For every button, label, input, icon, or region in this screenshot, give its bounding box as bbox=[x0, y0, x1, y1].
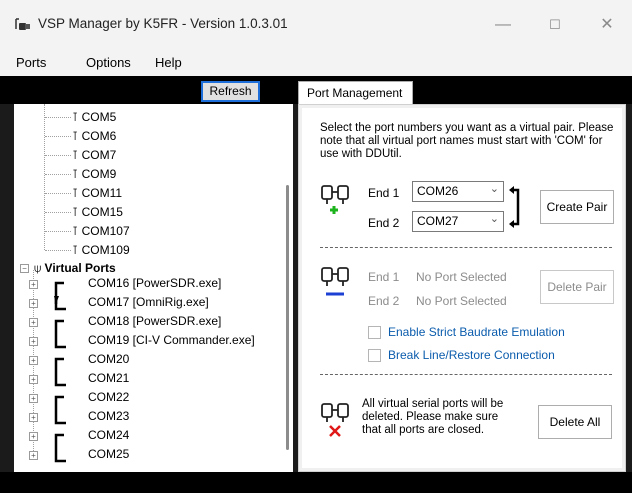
end1-label: End 1 bbox=[368, 186, 400, 200]
minimize-icon[interactable]: — bbox=[488, 14, 518, 36]
tree-item[interactable]: ⊺ COM6 bbox=[72, 129, 116, 143]
port-icon: ⊺ bbox=[72, 129, 79, 143]
menu-ports[interactable]: Ports bbox=[16, 55, 46, 70]
tree-item[interactable]: COM23 bbox=[88, 409, 129, 423]
delete-all-button[interactable]: Delete All bbox=[538, 405, 612, 439]
port-icon: ⊺ bbox=[72, 186, 79, 200]
tree-item[interactable]: COM21 bbox=[88, 371, 129, 385]
instructions-text: Select the port numbers you want as a vi… bbox=[320, 122, 614, 160]
tree-item[interactable]: COM24 bbox=[88, 428, 129, 442]
chevron-down-icon: ⌄ bbox=[489, 183, 499, 195]
expand-icon[interactable]: + bbox=[29, 413, 38, 422]
tree-scrollbar[interactable] bbox=[286, 185, 289, 450]
tree-item[interactable]: COM17 [OmniRig.exe] bbox=[88, 295, 209, 309]
tree-item[interactable]: ⊺ COM11 bbox=[72, 186, 122, 200]
chevron-down-icon: ⌄ bbox=[489, 213, 499, 225]
close-icon[interactable]: ✕ bbox=[592, 14, 622, 36]
divider bbox=[320, 247, 612, 248]
menu-help[interactable]: Help bbox=[155, 55, 182, 70]
virtual-ports-icon: ⍦ bbox=[34, 261, 42, 275]
end1-select[interactable]: COM26 ⌄ bbox=[412, 181, 504, 202]
port-icon: ⊺ bbox=[72, 205, 79, 219]
expand-icon[interactable]: + bbox=[29, 280, 38, 289]
expand-icon[interactable]: + bbox=[29, 432, 38, 441]
create-pair-button[interactable]: Create Pair bbox=[540, 190, 614, 224]
window-title: VSP Manager by K5FR - Version 1.0.3.01 bbox=[38, 16, 288, 31]
divider bbox=[320, 374, 612, 375]
delete-pair-button[interactable]: Delete Pair bbox=[540, 270, 614, 304]
tree-group-virtual-ports[interactable]: ⍦ Virtual Ports bbox=[34, 261, 116, 275]
checkbox-box bbox=[368, 326, 381, 339]
end2-label: End 2 bbox=[368, 216, 400, 230]
title-bar: VSP Manager by K5FR - Version 1.0.3.01 —… bbox=[0, 0, 632, 50]
expand-icon[interactable]: + bbox=[29, 337, 38, 346]
menu-options[interactable]: Options bbox=[86, 55, 131, 70]
expand-icon[interactable]: + bbox=[29, 375, 38, 384]
expand-icon[interactable]: + bbox=[29, 451, 38, 460]
remove-pair-icon bbox=[321, 267, 349, 296]
pair-brackets bbox=[54, 281, 66, 463]
tree-item[interactable]: COM20 bbox=[88, 352, 129, 366]
port-icon: ⊺ bbox=[72, 110, 79, 124]
delete-all-warning: All virtual serial ports will be deleted… bbox=[362, 398, 504, 436]
tree-item[interactable]: ⊺ COM109 bbox=[72, 243, 130, 257]
expand-icon[interactable]: + bbox=[29, 299, 38, 308]
tab-port-management[interactable]: Port Management bbox=[298, 81, 413, 104]
tree-item[interactable]: COM25 bbox=[88, 447, 129, 461]
tree-item[interactable]: COM18 [PowerSDR.exe] bbox=[88, 314, 221, 328]
tree-item[interactable]: ⊺ COM107 bbox=[72, 224, 130, 238]
delete-end1-value: No Port Selected bbox=[416, 270, 507, 284]
port-management-panel: Select the port numbers you want as a vi… bbox=[298, 104, 626, 472]
port-icon: ⊺ bbox=[72, 148, 79, 162]
end2-select[interactable]: COM27 ⌄ bbox=[412, 211, 504, 232]
tree-item[interactable]: COM22 bbox=[88, 390, 129, 404]
expand-icon[interactable]: + bbox=[29, 356, 38, 365]
port-icon: ⊺ bbox=[72, 224, 79, 238]
delete-end2-value: No Port Selected bbox=[416, 294, 507, 308]
tree-item[interactable]: ⊺ COM9 bbox=[72, 167, 116, 181]
port-icon: ⊺ bbox=[72, 167, 79, 181]
tree-item[interactable]: ⊺ COM5 bbox=[72, 110, 116, 124]
pair-link-icon bbox=[509, 186, 520, 228]
add-pair-icon bbox=[321, 185, 349, 214]
port-tree[interactable]: ⊺ COM5 ⊺ COM6 ⊺ COM7 ⊺ COM9 ⊺ COM11 ⊺ CO… bbox=[14, 104, 293, 472]
delete-end1-label: End 1 bbox=[368, 270, 400, 284]
tree-item[interactable]: COM16 [PowerSDR.exe] bbox=[88, 276, 221, 290]
app-window: VSP Manager by K5FR - Version 1.0.3.01 —… bbox=[0, 0, 632, 493]
tree-item[interactable]: COM19 [CI-V Commander.exe] bbox=[88, 333, 255, 347]
serial-connector-icon bbox=[15, 18, 30, 30]
refresh-button[interactable]: Refresh bbox=[201, 81, 260, 102]
tree-item[interactable]: ⊺ COM7 bbox=[72, 148, 116, 162]
port-icon: ⊺ bbox=[72, 243, 79, 257]
status-bar bbox=[0, 472, 632, 493]
maximize-icon[interactable]: ☐ bbox=[540, 14, 570, 36]
tree-item[interactable]: ⊺ COM15 bbox=[72, 205, 123, 219]
expand-icon[interactable]: + bbox=[29, 394, 38, 403]
delete-all-icon bbox=[321, 403, 349, 437]
collapse-icon[interactable]: − bbox=[20, 264, 29, 273]
expand-icon[interactable]: + bbox=[29, 318, 38, 327]
checkbox-box bbox=[368, 349, 381, 362]
delete-end2-label: End 2 bbox=[368, 294, 400, 308]
menu-bar: Ports Options Help bbox=[0, 50, 632, 76]
